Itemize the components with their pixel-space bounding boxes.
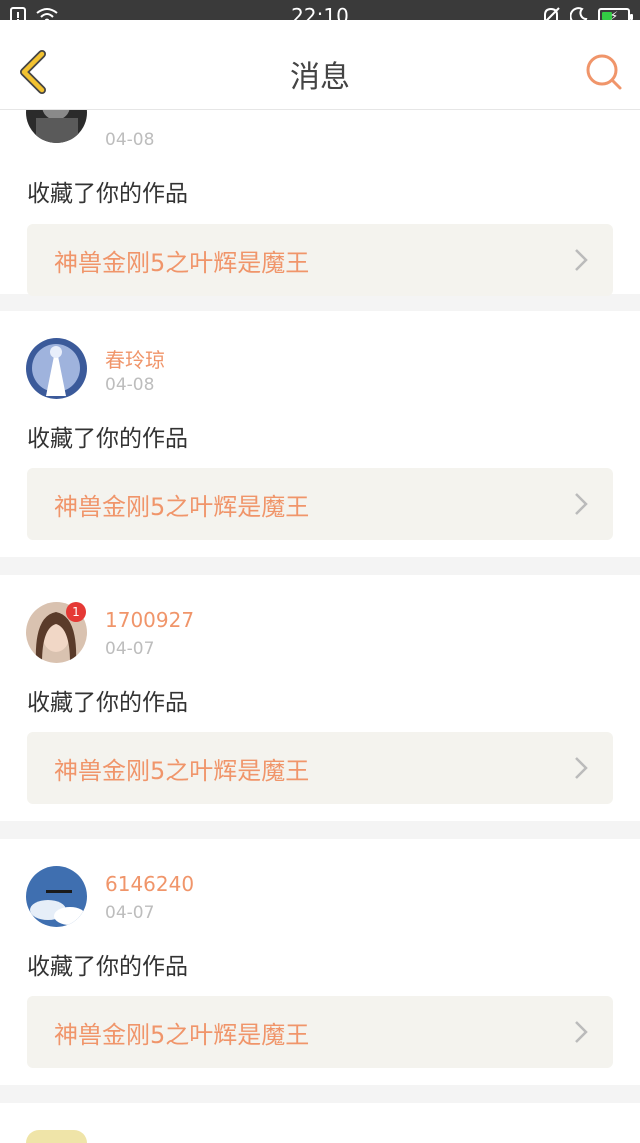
message-item: 1 1700927 04-07 收藏了你的作品 神兽金刚5之叶辉是魔王 (0, 575, 640, 821)
chevron-right-icon (575, 1021, 588, 1043)
username[interactable]: 1700927 (105, 608, 194, 632)
avatar[interactable] (26, 338, 87, 399)
avatar[interactable] (26, 1130, 87, 1143)
avatar[interactable] (26, 866, 87, 927)
work-link[interactable]: 神兽金刚5之叶辉是魔王 (27, 732, 613, 804)
message-item (0, 1103, 640, 1143)
message-action: 收藏了你的作品 (27, 426, 188, 452)
message-date: 04-07 (105, 903, 155, 923)
work-link[interactable]: 神兽金刚5之叶辉是魔王 (27, 996, 613, 1068)
chevron-right-icon (575, 493, 588, 515)
search-icon[interactable] (584, 52, 624, 92)
page-title: 消息 (290, 60, 350, 95)
message-date: 04-08 (105, 130, 155, 150)
chevron-right-icon (575, 249, 588, 271)
work-link[interactable]: 神兽金刚5之叶辉是魔王 (27, 224, 613, 296)
work-title: 神兽金刚5之叶辉是魔王 (54, 249, 310, 277)
chevron-right-icon (575, 757, 588, 779)
message-date: 04-08 (105, 375, 155, 395)
work-title: 神兽金刚5之叶辉是魔王 (54, 757, 310, 785)
message-item: 春玲琼 04-08 收藏了你的作品 神兽金刚5之叶辉是魔王 (0, 311, 640, 557)
message-action: 收藏了你的作品 (27, 690, 188, 716)
username[interactable]: 6146240 (105, 872, 194, 896)
work-title: 神兽金刚5之叶辉是魔王 (54, 493, 310, 521)
message-item: 6146240 04-07 收藏了你的作品 神兽金刚5之叶辉是魔王 (0, 839, 640, 1085)
nav-bar: 消息 (0, 32, 640, 110)
username[interactable]: 春玲琼 (105, 344, 165, 373)
message-date: 04-07 (105, 639, 155, 659)
message-action: 收藏了你的作品 (27, 181, 188, 207)
work-link[interactable]: 神兽金刚5之叶辉是魔王 (27, 468, 613, 540)
work-title: 神兽金刚5之叶辉是魔王 (54, 1021, 310, 1049)
unread-badge: 1 (66, 602, 86, 622)
message-action: 收藏了你的作品 (27, 954, 188, 980)
